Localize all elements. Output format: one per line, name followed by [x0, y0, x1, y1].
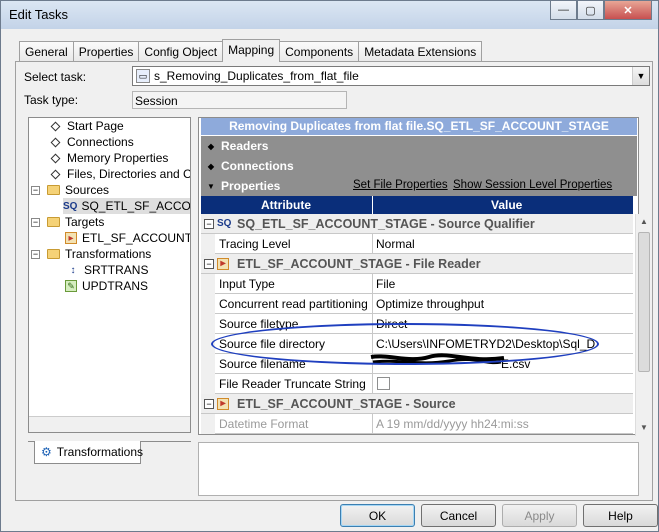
- grid-header: Attribute Value: [201, 196, 633, 214]
- diamond-icon: [50, 121, 61, 131]
- group-file-reader[interactable]: − ▸ ETL_SF_ACCOUNT_STAGE - File Reader: [201, 254, 633, 274]
- update-strategy-icon: ✎: [65, 280, 77, 292]
- folder-icon: [47, 217, 60, 227]
- file-reader-icon: ▸: [217, 258, 229, 270]
- attribute-grid: Attribute Value − SQ SQ_ETL_SF_ACCOUNT_S…: [201, 196, 637, 436]
- tab-components[interactable]: Components: [279, 41, 360, 62]
- tree-item-updtrans[interactable]: ✎ UPDTRANS: [65, 278, 148, 294]
- close-button[interactable]: ✕: [604, 1, 652, 20]
- description-box: [198, 442, 639, 496]
- show-session-level-properties-link[interactable]: Show Session Level Properties: [453, 179, 612, 191]
- collapse-icon[interactable]: −: [31, 217, 40, 227]
- panel-title: Removing Duplicates from flat file.SQ_ET…: [201, 118, 637, 135]
- highlight-annotation: [211, 323, 599, 365]
- sorter-icon: ↕: [70, 264, 76, 276]
- row-input-type[interactable]: Input Type File: [201, 274, 633, 294]
- help-button[interactable]: Help: [583, 504, 658, 527]
- collapse-icon[interactable]: −: [31, 249, 40, 259]
- group-source[interactable]: − ▸ ETL_SF_ACCOUNT_STAGE - Source: [201, 394, 633, 414]
- tab-config-object[interactable]: Config Object: [138, 41, 224, 62]
- transformations-icon: ⚙: [41, 445, 52, 459]
- source-qualifier-icon: SQ: [217, 218, 232, 229]
- tree-item-connections[interactable]: Connections: [49, 134, 134, 150]
- row-file-reader-truncate-string[interactable]: File Reader Truncate String ...: [201, 374, 633, 394]
- header-divider: [372, 196, 373, 214]
- task-type-value: Session: [132, 91, 347, 109]
- minimize-button[interactable]: —: [550, 1, 577, 20]
- tree-item-etl-sf-account-st[interactable]: ▸ETL_SF_ACCOUNT_ST: [65, 230, 190, 246]
- scroll-down-icon[interactable]: ▼: [636, 420, 652, 436]
- collapse-icon[interactable]: −: [31, 185, 40, 195]
- window-title: Edit Tasks: [9, 7, 69, 22]
- value-column-header[interactable]: Value: [491, 198, 522, 212]
- task-type-label: Task type:: [24, 93, 79, 107]
- tab-general[interactable]: General: [19, 41, 74, 62]
- tree-horizontal-scrollbar[interactable]: [29, 416, 190, 432]
- tab-transformations[interactable]: ⚙ Transformations: [34, 441, 143, 464]
- diamond-icon: [50, 169, 61, 179]
- cancel-button[interactable]: Cancel: [421, 504, 496, 527]
- target-icon: ▸: [65, 232, 77, 244]
- readers-section[interactable]: ◆ Readers: [201, 136, 637, 156]
- expand-icon[interactable]: ◆: [201, 162, 221, 171]
- navigator-tree: Start Page Connections Memory Properties…: [28, 117, 191, 433]
- ok-button[interactable]: OK: [340, 504, 415, 527]
- row-tracing-level[interactable]: Tracing Level Normal: [201, 234, 633, 254]
- select-task-value: s_Removing_Duplicates_from_flat_file: [154, 69, 359, 83]
- source-qualifier-icon: SQ: [63, 200, 78, 212]
- expand-icon[interactable]: ◆: [201, 142, 221, 151]
- collapse-icon[interactable]: ▼: [201, 182, 221, 191]
- tree-item-files-directories[interactable]: Files, Directories and Comm: [49, 166, 190, 182]
- truncate-string-checkbox[interactable]: [377, 377, 390, 390]
- set-file-properties-link[interactable]: Set File Properties: [353, 179, 448, 191]
- diamond-icon: [50, 137, 61, 147]
- connections-section[interactable]: ◆ Connections: [201, 156, 637, 176]
- diamond-icon: [50, 153, 61, 163]
- row-datetime-format[interactable]: Datetime Format A 19 mm/dd/yyyy hh24:mi:…: [201, 414, 633, 434]
- tree-item-sq-etl-sf-account[interactable]: SQSQ_ETL_SF_ACCOUNT: [63, 198, 190, 214]
- attribute-column-header[interactable]: Attribute: [261, 198, 311, 212]
- tab-properties[interactable]: Properties: [72, 41, 140, 62]
- tab-strip: General Properties Config Object Mapping…: [19, 39, 483, 62]
- collapse-icon[interactable]: −: [204, 219, 214, 229]
- scrollbar-thumb[interactable]: [638, 232, 650, 372]
- folder-icon: [47, 185, 60, 195]
- select-task-dropdown[interactable]: ▭ s_Removing_Duplicates_from_flat_file ▼: [132, 66, 650, 86]
- title-bar: Edit Tasks — ▢ ✕: [1, 1, 658, 29]
- scroll-up-icon[interactable]: ▲: [636, 214, 652, 230]
- tree-item-start-page[interactable]: Start Page: [49, 118, 124, 134]
- grid-vertical-scrollbar[interactable]: ▲ ▼: [635, 214, 652, 436]
- folder-icon: [47, 249, 60, 259]
- chevron-down-icon[interactable]: ▼: [632, 67, 649, 85]
- session-icon: ▭: [136, 69, 150, 83]
- collapse-icon[interactable]: −: [204, 399, 214, 409]
- group-source-qualifier[interactable]: − SQ SQ_ETL_SF_ACCOUNT_STAGE - Source Qu…: [201, 214, 633, 234]
- source-icon: ▸: [217, 398, 229, 410]
- select-task-label: Select task:: [24, 70, 87, 84]
- apply-button[interactable]: Apply: [502, 504, 577, 527]
- tab-metadata-extensions[interactable]: Metadata Extensions: [358, 41, 483, 62]
- tab-mapping[interactable]: Mapping: [222, 39, 281, 62]
- tree-item-srttrans[interactable]: ↕ SRTTRANS: [67, 262, 149, 278]
- tree-item-transformations[interactable]: − Transformations: [31, 246, 151, 262]
- tree-item-targets[interactable]: − Targets: [31, 214, 104, 230]
- tree-item-memory-properties[interactable]: Memory Properties: [49, 150, 168, 166]
- edit-tasks-dialog: Edit Tasks — ▢ ✕ General Properties Conf…: [0, 0, 659, 532]
- tree-item-sources[interactable]: − Sources: [31, 182, 109, 198]
- row-concurrent-read-partitioning[interactable]: Concurrent read partitioning Optimize th…: [201, 294, 633, 314]
- collapse-icon[interactable]: −: [204, 259, 214, 269]
- properties-section[interactable]: ▼ Properties Set File Properties Show Ses…: [201, 176, 637, 196]
- maximize-button[interactable]: ▢: [577, 1, 604, 20]
